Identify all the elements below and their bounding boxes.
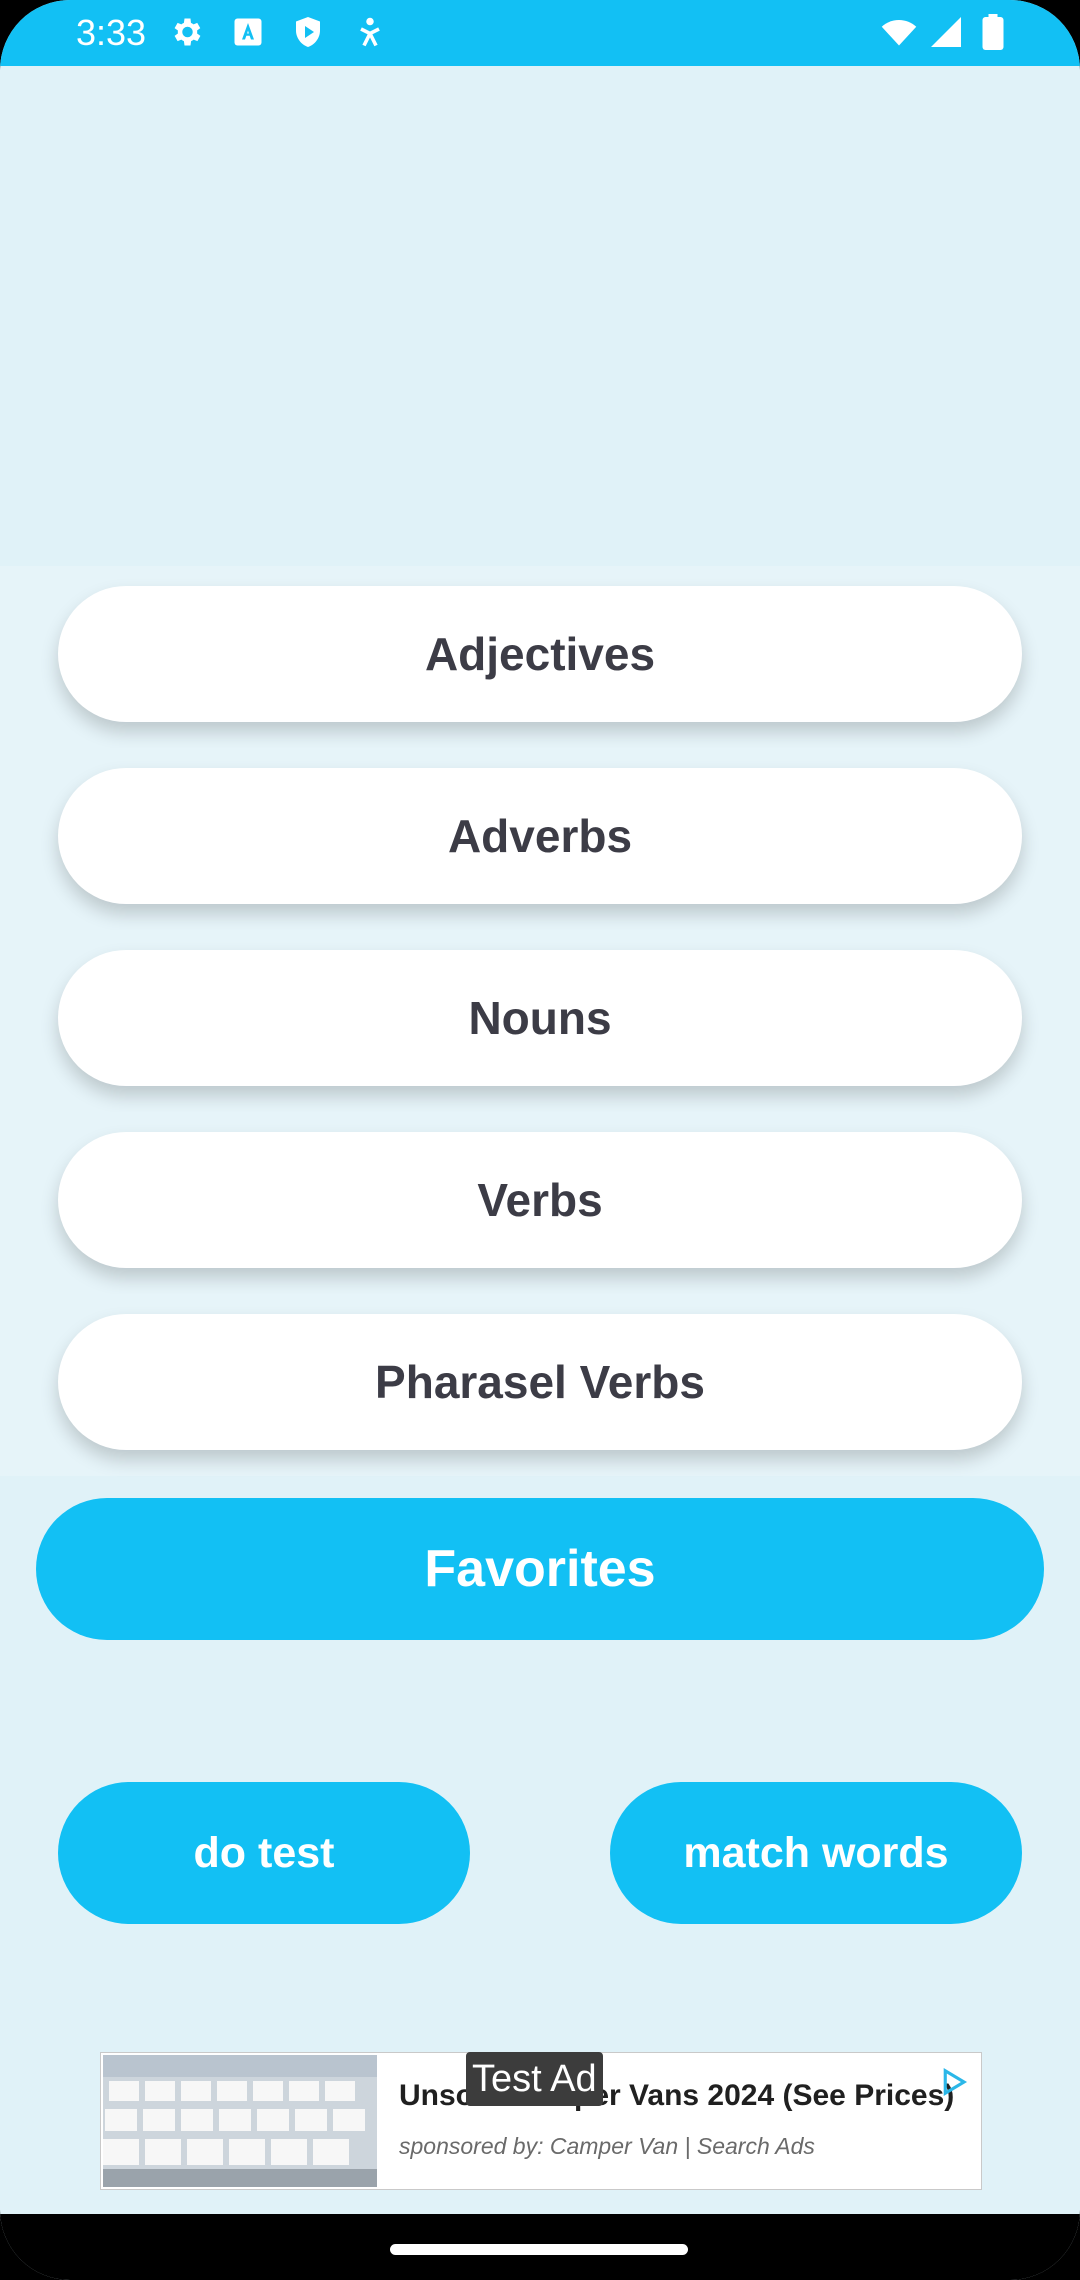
wifi-icon bbox=[878, 14, 920, 50]
ad-image[interactable] bbox=[103, 2055, 377, 2187]
signal-icon bbox=[928, 14, 964, 50]
a-icon bbox=[230, 14, 266, 50]
nouns-label: Nouns bbox=[468, 992, 612, 1044]
navigation-bar bbox=[0, 2214, 1080, 2280]
shield-play-icon bbox=[290, 14, 326, 50]
test-ad-badge: Test Ad bbox=[466, 2052, 603, 2106]
phrasal-verbs-label: Pharasel Verbs bbox=[375, 1356, 705, 1408]
adjectives-button[interactable]: Adjectives bbox=[58, 586, 1022, 722]
verbs-button[interactable]: Verbs bbox=[58, 1132, 1022, 1268]
do-test-button[interactable]: do test bbox=[58, 1782, 470, 1924]
home-handle[interactable] bbox=[390, 2244, 688, 2255]
adjectives-label: Adjectives bbox=[424, 628, 656, 680]
status-time: 3:33 bbox=[76, 12, 147, 53]
favorites-label: Favorites bbox=[424, 1540, 656, 1598]
phrasal-verbs-button[interactable]: Pharasel Verbs bbox=[58, 1314, 1022, 1450]
app-screen: 3:33 Adjectives Adverbs Nouns Verbs Phar… bbox=[0, 0, 1080, 2280]
accessibility-icon bbox=[352, 14, 388, 50]
adverbs-button[interactable]: Adverbs bbox=[58, 768, 1022, 904]
nouns-button[interactable]: Nouns bbox=[58, 950, 1022, 1086]
do-test-label: do test bbox=[193, 1828, 335, 1877]
favorites-button[interactable]: Favorites bbox=[36, 1498, 1044, 1640]
ad-sponsor: sponsored by: Camper Van | Search Ads bbox=[399, 2133, 815, 2159]
status-bar: 3:33 bbox=[0, 0, 1080, 66]
ad-choices-icon[interactable] bbox=[939, 2067, 969, 2097]
match-words-label: match words bbox=[683, 1828, 949, 1877]
match-words-button[interactable]: match words bbox=[610, 1782, 1022, 1924]
verbs-label: Verbs bbox=[477, 1174, 603, 1226]
battery-icon bbox=[978, 14, 1008, 50]
adverbs-label: Adverbs bbox=[447, 810, 633, 862]
gear-icon bbox=[168, 14, 204, 50]
